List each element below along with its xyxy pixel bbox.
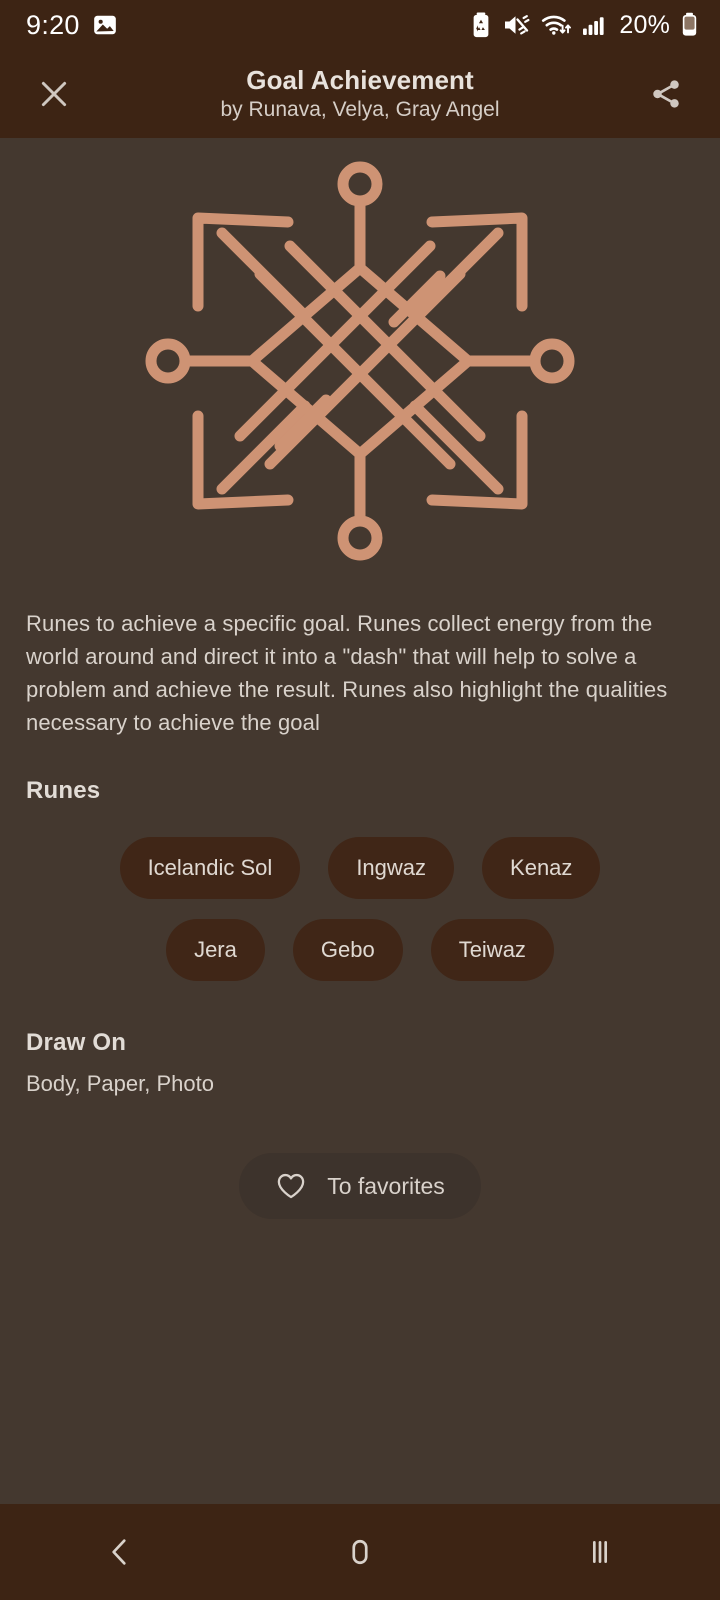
app-root: 9:20 20% Goal Achievement by Runava, Vel… bbox=[0, 0, 720, 1600]
runes-chip-list: Icelandic Sol Ingwaz Kenaz Jera Gebo Tei… bbox=[0, 805, 720, 991]
favorites-row: To favorites bbox=[0, 1097, 720, 1219]
rune-chip[interactable]: Gebo bbox=[292, 919, 403, 981]
page-title: Goal Achievement bbox=[246, 64, 474, 95]
to-favorites-button[interactable]: To favorites bbox=[239, 1153, 481, 1219]
scroll-content[interactable]: Runes to achieve a specific goal. Runes … bbox=[0, 138, 720, 1504]
battery-icon bbox=[681, 12, 698, 38]
share-button[interactable] bbox=[636, 64, 696, 124]
back-chevron-icon bbox=[103, 1535, 137, 1569]
to-favorites-label: To favorites bbox=[327, 1172, 445, 1199]
image-icon bbox=[92, 12, 118, 38]
battery-percent-label: 20% bbox=[619, 10, 670, 39]
rune-chip[interactable]: Ingwaz bbox=[328, 837, 455, 899]
page-subtitle: by Runava, Velya, Gray Angel bbox=[220, 97, 500, 121]
heart-outline-icon bbox=[275, 1170, 307, 1202]
header-title-block: Goal Achievement by Runava, Velya, Gray … bbox=[0, 50, 720, 138]
nav-back-button[interactable] bbox=[0, 1504, 240, 1600]
recents-icon bbox=[583, 1535, 617, 1569]
description-text: Runes to achieve a specific goal. Runes … bbox=[26, 611, 668, 735]
share-icon bbox=[649, 77, 683, 111]
runes-section-title: Runes bbox=[26, 777, 101, 804]
app-header: Goal Achievement by Runava, Velya, Gray … bbox=[0, 50, 720, 138]
mute-icon bbox=[502, 12, 530, 38]
close-icon bbox=[37, 77, 71, 111]
signal-icon bbox=[582, 12, 606, 38]
close-button[interactable] bbox=[24, 64, 84, 124]
status-bar-right: 20% bbox=[471, 12, 698, 38]
draw-on-section-title: Draw On bbox=[26, 1029, 127, 1056]
status-bar: 9:20 20% bbox=[0, 0, 720, 50]
rune-chip[interactable]: Kenaz bbox=[482, 837, 601, 899]
nav-home-button[interactable] bbox=[240, 1504, 480, 1600]
sigil-container bbox=[0, 138, 720, 581]
draw-on-value: Body, Paper, Photo bbox=[26, 1071, 214, 1096]
nav-recents-button[interactable] bbox=[480, 1504, 720, 1600]
rune-chip[interactable]: Teiwaz bbox=[430, 919, 554, 981]
rune-chip[interactable]: Jera bbox=[166, 919, 265, 981]
status-clock: 9:20 bbox=[26, 9, 80, 40]
rune-chip[interactable]: Icelandic Sol bbox=[119, 837, 301, 899]
rune-sigil-icon bbox=[130, 146, 590, 581]
home-icon bbox=[343, 1535, 377, 1569]
status-bar-left: 9:20 bbox=[26, 9, 118, 40]
battery-saver-icon bbox=[471, 12, 491, 38]
system-nav-bar bbox=[0, 1504, 720, 1600]
wifi-icon bbox=[541, 12, 572, 38]
